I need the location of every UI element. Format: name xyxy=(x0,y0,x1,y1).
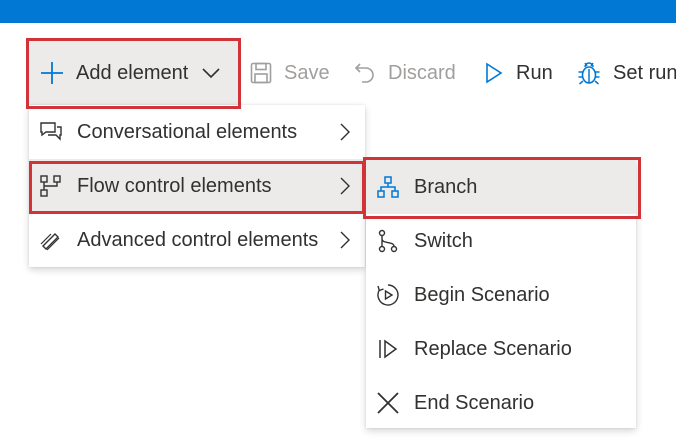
submenu-item-label: Switch xyxy=(414,230,473,252)
add-element-menu: Conversational elements Flow control ele… xyxy=(29,105,365,267)
discard-label: Discard xyxy=(388,61,456,84)
submenu-item-switch[interactable]: Switch xyxy=(366,214,636,268)
menu-item-conversational[interactable]: Conversational elements xyxy=(29,105,365,159)
pencil-icon xyxy=(40,233,60,251)
save-label: Save xyxy=(284,61,330,84)
add-element-label: Add element xyxy=(76,61,189,84)
chevron-right-icon xyxy=(340,123,350,141)
submenu-item-branch[interactable]: Branch xyxy=(366,160,636,214)
plus-icon xyxy=(41,62,63,84)
chevron-right-icon xyxy=(340,177,350,195)
submenu-item-label: End Scenario xyxy=(414,392,535,414)
set-run-label: Set run xyxy=(613,61,676,84)
run-button[interactable]: Run xyxy=(484,38,553,108)
save-icon xyxy=(250,62,272,84)
switch-icon xyxy=(378,229,398,253)
chat-icon xyxy=(40,122,62,141)
discard-button[interactable]: Discard xyxy=(354,38,456,108)
submenu-item-end-scenario[interactable]: End Scenario xyxy=(366,376,636,430)
submenu-item-label: Begin Scenario xyxy=(414,284,550,306)
begin-scenario-icon xyxy=(377,284,399,306)
submenu-item-replace-scenario[interactable]: Replace Scenario xyxy=(366,322,636,376)
top-bar xyxy=(0,0,676,23)
flow-control-submenu: Branch Switch Begin Scenario Replace Sce… xyxy=(366,160,636,428)
menu-item-advanced-control[interactable]: Advanced control elements xyxy=(29,213,365,267)
submenu-item-label: Replace Scenario xyxy=(414,338,572,360)
submenu-item-begin-scenario[interactable]: Begin Scenario xyxy=(366,268,636,322)
chevron-right-icon xyxy=(340,231,350,249)
menu-item-label: Flow control elements xyxy=(77,175,272,197)
toolbar: Add element Save Discard Run Set run xyxy=(0,38,676,110)
replace-scenario-icon xyxy=(379,339,398,359)
add-element-button[interactable]: Add element xyxy=(27,38,239,108)
menu-item-label: Advanced control elements xyxy=(77,229,319,251)
branch-icon xyxy=(377,176,399,198)
close-icon xyxy=(377,392,399,414)
save-button[interactable]: Save xyxy=(250,38,330,108)
undo-icon xyxy=(354,63,374,83)
menu-item-label: Conversational elements xyxy=(77,121,298,143)
chevron-down-icon xyxy=(202,68,220,79)
run-label: Run xyxy=(516,61,553,84)
menu-item-flow-control[interactable]: Flow control elements xyxy=(29,159,365,213)
submenu-item-label: Branch xyxy=(414,176,478,198)
set-run-button[interactable]: Set run xyxy=(577,38,676,108)
play-icon xyxy=(486,62,503,84)
bug-icon xyxy=(578,62,600,85)
flow-icon xyxy=(40,175,61,197)
